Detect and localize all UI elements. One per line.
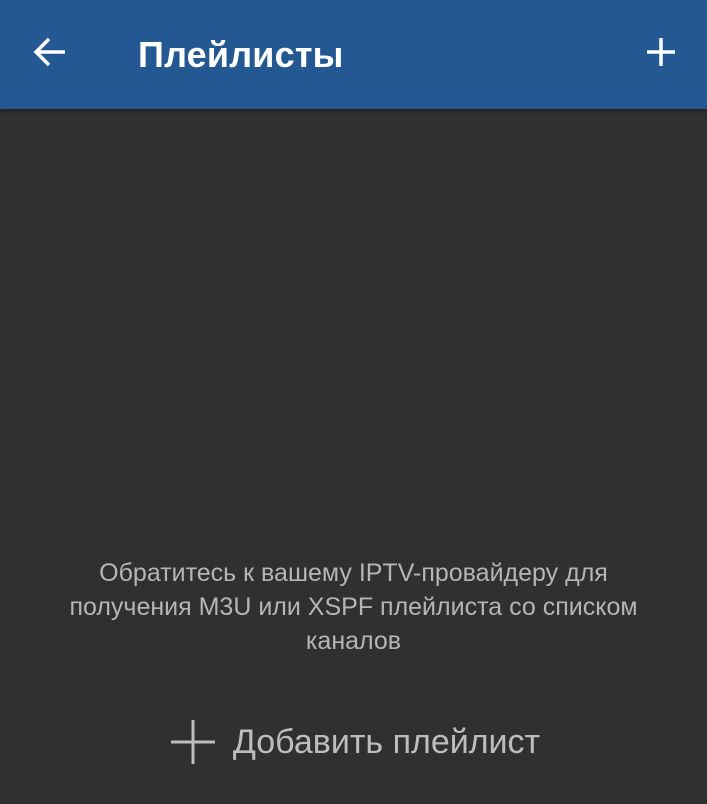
add-playlist-button[interactable]: Добавить плейлист <box>0 712 707 772</box>
arrow-left-icon <box>32 34 68 75</box>
plus-icon <box>645 36 677 73</box>
back-button[interactable] <box>18 22 82 86</box>
page-title: Плейлисты <box>138 34 344 75</box>
app-bar: Плейлисты <box>0 0 707 109</box>
add-playlist-label: Добавить плейлист <box>232 723 541 761</box>
plus-icon <box>167 716 219 768</box>
playlists-screen: Плейлисты Обратитесь к вашему IPTV-прова… <box>0 0 707 804</box>
add-button[interactable] <box>629 22 693 86</box>
empty-state-message: Обратитесь к вашему IPTV-провайдеру для … <box>69 559 638 655</box>
